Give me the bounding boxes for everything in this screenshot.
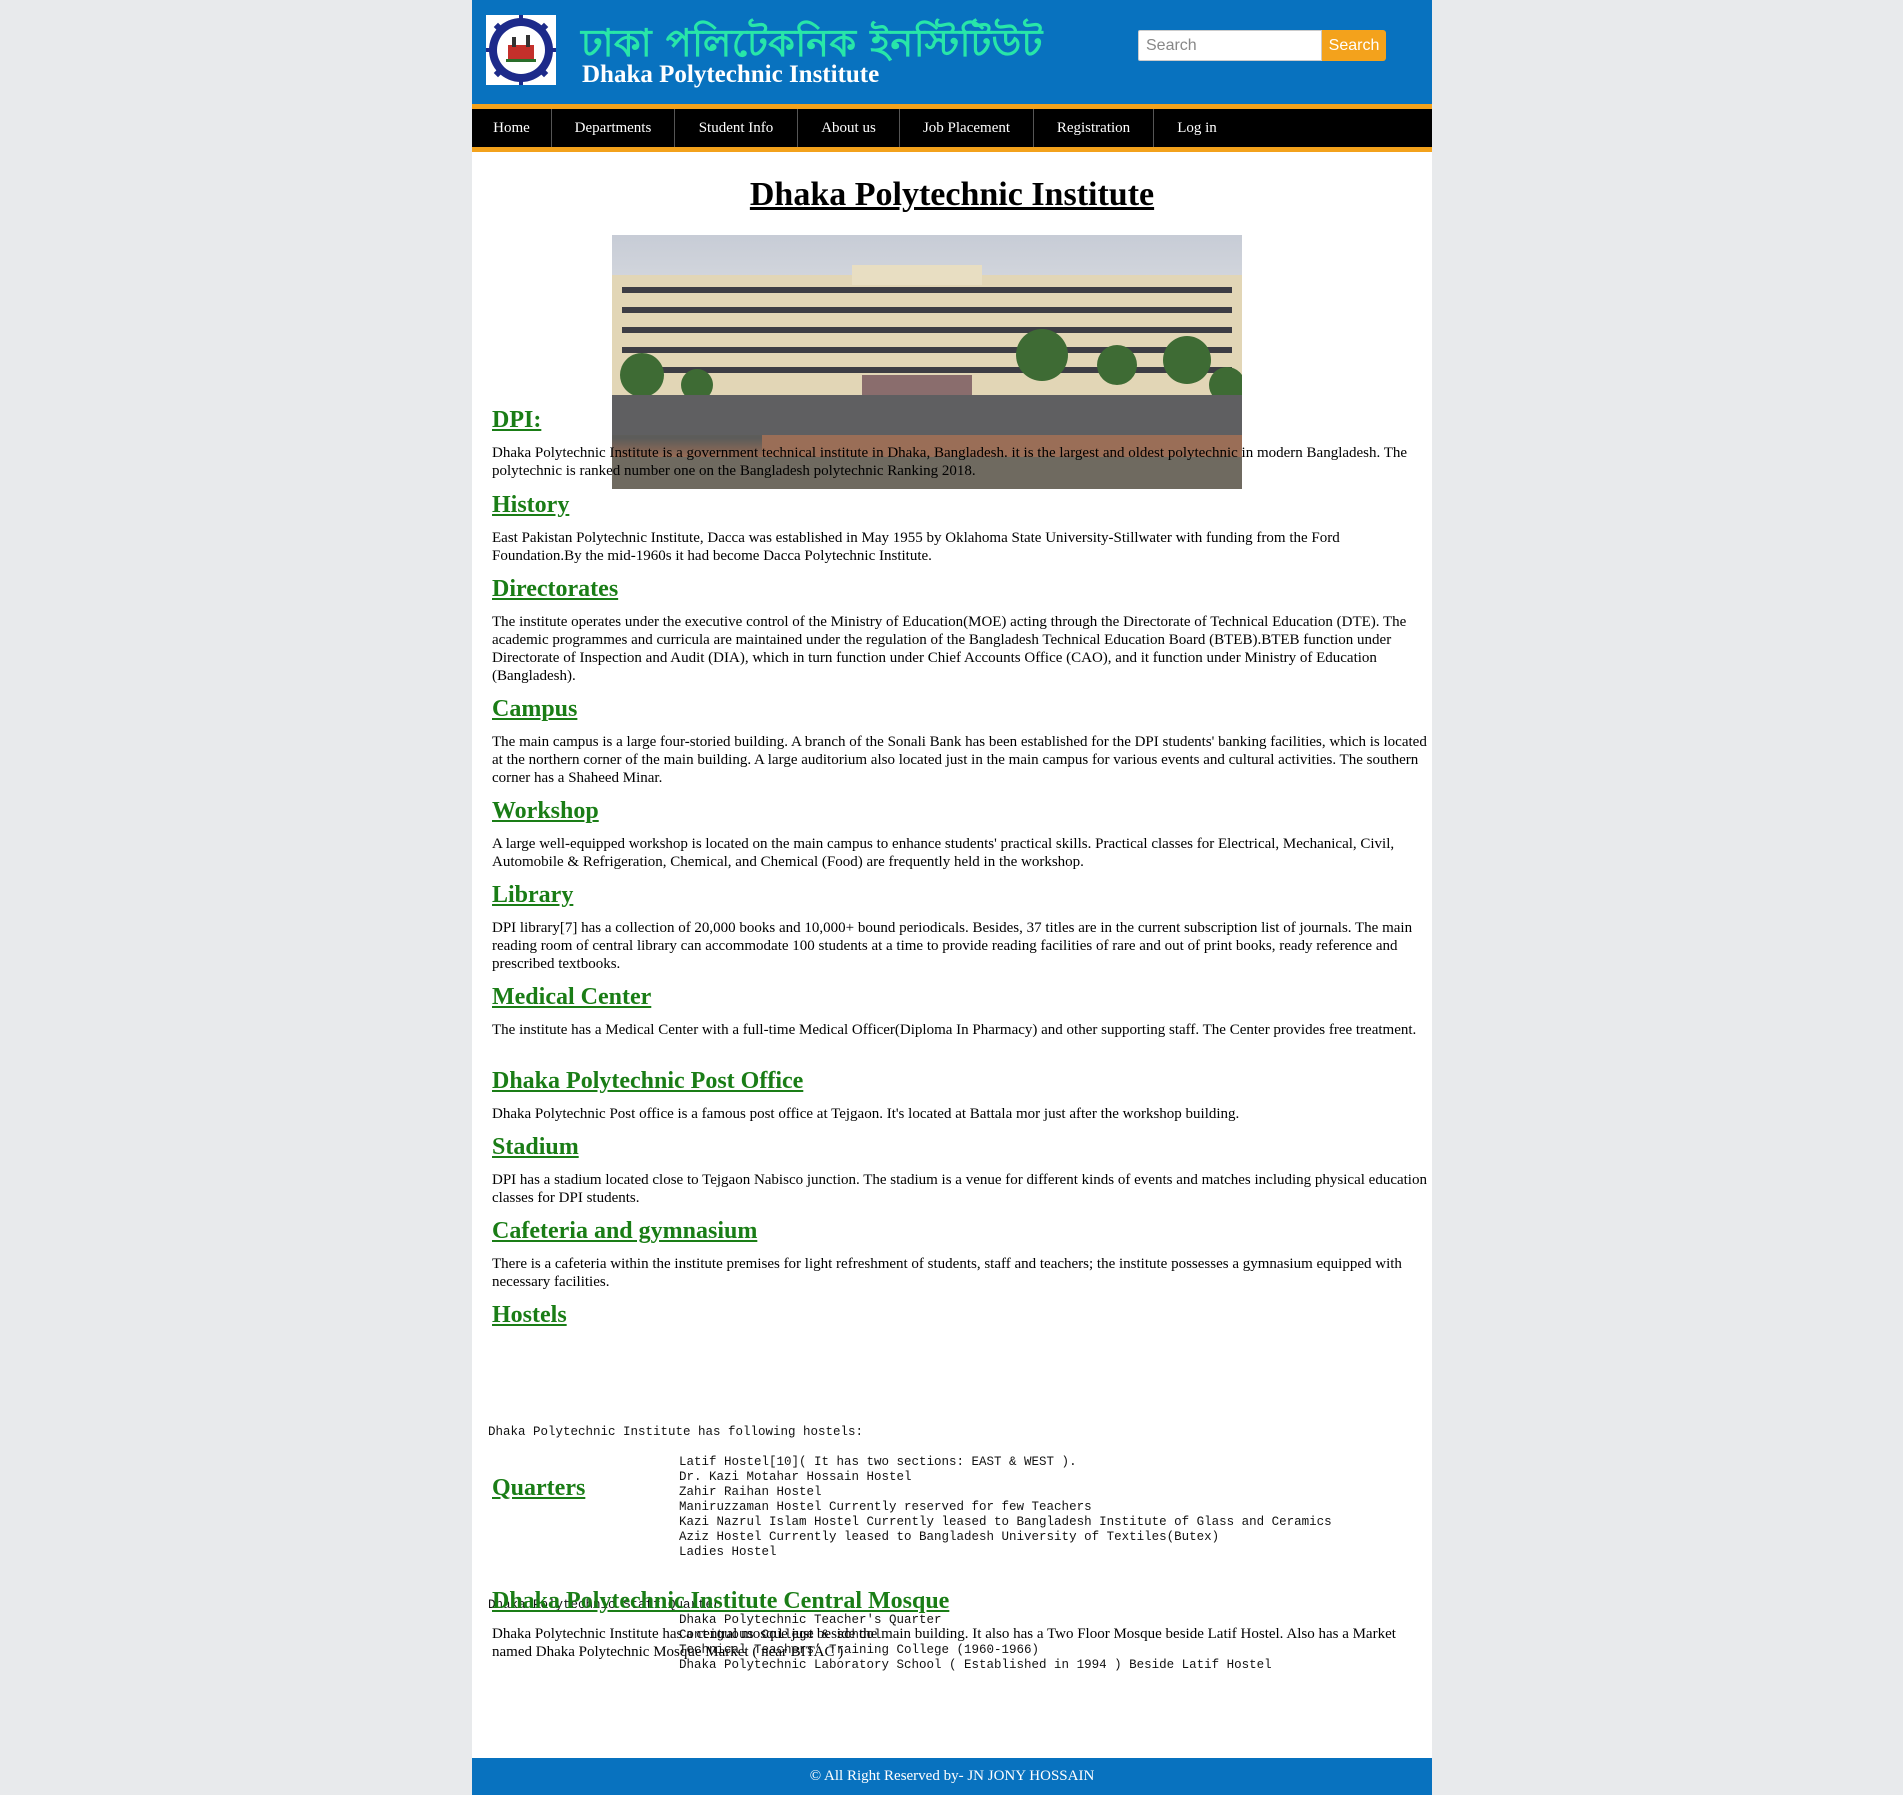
- page-container: ঢাকা পলিটেকনিক ইনস্টিটিউট Dhaka Polytech…: [472, 0, 1432, 1795]
- list-item: Aziz Hostel Currently leased to Banglade…: [679, 1530, 1220, 1544]
- hostels-intro: Dhaka Polytechnic Institute has followin…: [488, 1425, 864, 1439]
- main-nav: Home Departments Student Info About us J…: [472, 104, 1432, 152]
- list-item: Maniruzzaman Hostel Currently reserved f…: [679, 1500, 1092, 1514]
- section-heading-workshop: Workshop: [492, 798, 599, 824]
- section-text-cafeteria: There is a cafeteria within the institut…: [492, 1256, 1402, 1290]
- section-heading-central-mosque: Dhaka Polytechnic Institute Central Mosq…: [492, 1588, 950, 1614]
- nav-item-student-info[interactable]: Student Info: [675, 109, 798, 147]
- nav-item-registration[interactable]: Registration: [1034, 109, 1154, 147]
- section-text-workshop: A large well-equipped workshop is locate…: [492, 836, 1395, 870]
- section-text-directorates: The institute operates under the executi…: [492, 614, 1407, 684]
- section-text-library: DPI library[7] has a collection of 20,00…: [492, 920, 1413, 972]
- section-text-dpi: Dhaka Polytechnic Institute is a governm…: [492, 445, 1408, 479]
- section-heading-medical-center: Medical Center: [492, 984, 652, 1010]
- section-text-stadium: DPI has a stadium located close to Tejga…: [492, 1172, 1427, 1206]
- list-item: Latif Hostel[10]( It has two sections: E…: [679, 1455, 1077, 1469]
- search-input[interactable]: [1138, 30, 1322, 61]
- section-heading-history: History: [492, 492, 570, 518]
- search-button[interactable]: Search: [1322, 30, 1386, 61]
- list-item: Ladies Hostel: [679, 1545, 777, 1559]
- nav-item-job-placement[interactable]: Job Placement: [900, 109, 1034, 147]
- section-text-history: East Pakistan Polytechnic Institute, Dac…: [492, 530, 1340, 564]
- section-heading-campus: Campus: [492, 696, 578, 722]
- site-header: ঢাকা পলিটেকনিক ইনস্টিটিউট Dhaka Polytech…: [472, 0, 1432, 104]
- site-footer: © All Right Reserved by- JN JONY HOSSAIN: [472, 1758, 1432, 1795]
- section-heading-cafeteria: Cafeteria and gymnasium: [492, 1218, 758, 1244]
- section-text-medical-center: The institute has a Medical Center with …: [492, 1022, 1417, 1038]
- hostels-list: Latif Hostel[10]( It has two sections: E…: [679, 1455, 1332, 1560]
- section-text-central-mosque: Dhaka Polytechnic Institute has a centra…: [492, 1626, 1396, 1660]
- section-heading-dpi: DPI:: [492, 407, 542, 433]
- institute-logo[interactable]: [486, 15, 556, 85]
- nav-item-home[interactable]: Home: [472, 109, 552, 147]
- section-heading-stadium: Stadium: [492, 1134, 579, 1160]
- section-heading-post-office: Dhaka Polytechnic Post Office: [492, 1068, 804, 1094]
- section-heading-quarters: Quarters: [492, 1475, 586, 1501]
- list-item: Kazi Nazrul Islam Hostel Currently lease…: [679, 1515, 1332, 1529]
- nav-item-departments[interactable]: Departments: [552, 109, 675, 147]
- nav-item-log-in[interactable]: Log in: [1154, 109, 1240, 147]
- section-heading-directorates: Directorates: [492, 576, 619, 602]
- section-text-post-office: Dhaka Polytechnic Post office is a famou…: [492, 1106, 1240, 1122]
- section-heading-hostels: Hostels: [492, 1302, 567, 1328]
- list-item: Zahir Raihan Hostel: [679, 1485, 822, 1499]
- list-item: Dr. Kazi Motahar Hossain Hostel: [679, 1470, 912, 1484]
- page-title: Dhaka Polytechnic Institute: [749, 176, 1155, 213]
- section-heading-library: Library: [492, 882, 574, 908]
- site-title-english: Dhaka Polytechnic Institute: [582, 61, 880, 88]
- nav-item-about-us[interactable]: About us: [798, 109, 900, 147]
- section-text-campus: The main campus is a large four-storied …: [492, 734, 1427, 786]
